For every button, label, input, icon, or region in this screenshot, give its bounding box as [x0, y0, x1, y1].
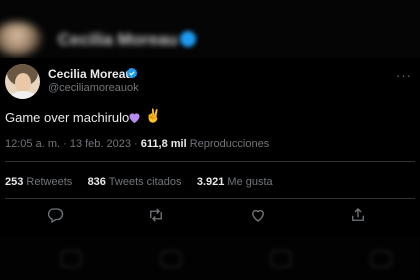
retweets-stat[interactable]: 253 Retweets [5, 176, 72, 188]
meta-separator: · [131, 138, 141, 150]
tweet-card: Cecilia Moreau @ceciliamoreauok ··· Game… [0, 58, 420, 234]
like-icon[interactable] [249, 206, 267, 224]
purple-heart-emoji-icon [129, 113, 140, 124]
blurred-verified-badge-icon [180, 31, 196, 47]
quotes-count: 836 [87, 176, 106, 188]
tweet-text: Game over machirulo [5, 110, 130, 125]
divider [5, 198, 415, 199]
author-handle[interactable]: @ceciliamoreauok [48, 82, 139, 94]
meta-separator: · [60, 138, 70, 150]
more-options-icon[interactable]: ··· [396, 68, 412, 83]
verified-badge-icon [126, 67, 138, 79]
victory-hand-emoji-icon: ✌ [145, 108, 162, 123]
tweet-date[interactable]: 13 feb. 2023 [70, 138, 131, 150]
blurred-share-icon [370, 250, 392, 268]
blurred-author-name: Cecilia Moreau [58, 30, 178, 49]
avatar[interactable] [5, 64, 40, 99]
likes-label: Me gusta [227, 176, 273, 188]
reply-icon[interactable] [46, 206, 64, 224]
blurred-next-row [0, 236, 420, 280]
engagement-stats: 253 Retweets 836 Tweets citados 3.921 Me… [5, 176, 273, 188]
retweet-icon[interactable] [147, 206, 165, 224]
blurred-reply-icon [60, 250, 82, 268]
likes-stat[interactable]: 3.921 Me gusta [197, 176, 273, 188]
blurred-avatar [0, 22, 42, 56]
retweets-count: 253 [5, 176, 24, 188]
blurred-previous-tweet-header: Cecilia Moreau [0, 0, 420, 60]
author-name[interactable]: Cecilia Moreau [48, 67, 133, 81]
tweet-metadata: 12:05 a. m. · 13 feb. 2023 · 611,8 mil R… [5, 138, 269, 150]
quotes-label: Tweets citados [108, 176, 182, 188]
divider [5, 161, 415, 162]
views-label: Reproducciones [189, 138, 270, 150]
quotes-stat[interactable]: 836 Tweets citados [88, 176, 182, 188]
views-count: 611,8 mil [140, 138, 187, 150]
share-icon[interactable] [349, 206, 367, 224]
blurred-retweet-icon [160, 250, 182, 268]
tweet-actions [0, 206, 420, 226]
likes-count: 3.921 [196, 176, 225, 188]
tweet-time[interactable]: 12:05 a. m. [5, 138, 60, 150]
retweets-label: Retweets [26, 176, 73, 188]
blurred-like-icon [270, 250, 292, 268]
